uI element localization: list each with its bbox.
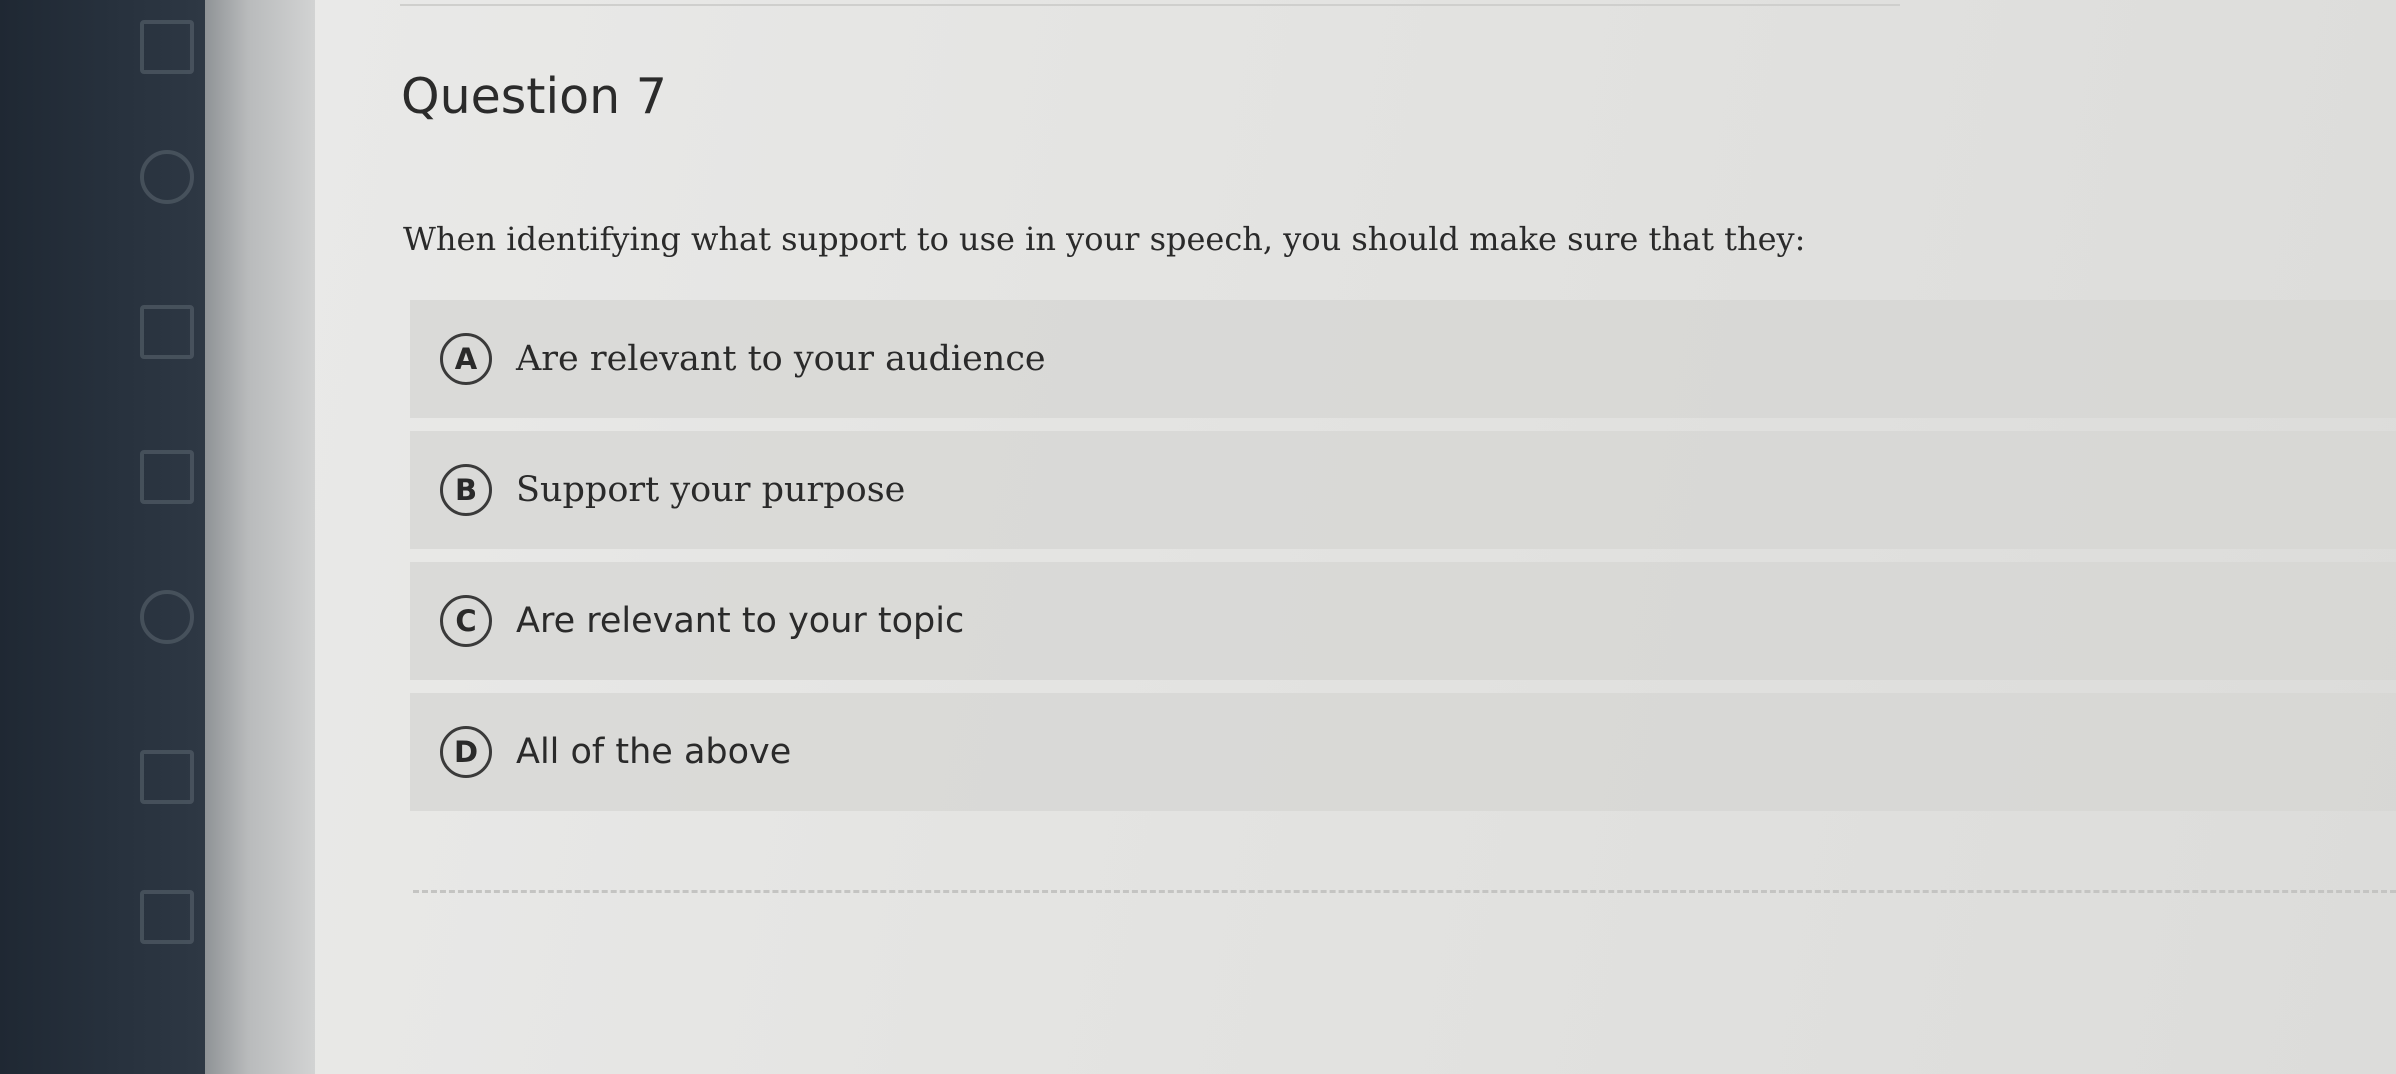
choice-label: Are relevant to your audience xyxy=(516,339,1046,379)
choice-label: All of the above xyxy=(516,732,792,772)
question-prompt: When identifying what support to use in … xyxy=(403,220,1806,258)
divider xyxy=(413,890,2396,893)
choice-letter-badge: D xyxy=(440,726,492,778)
nav-item-icon[interactable] xyxy=(140,890,194,944)
nav-item-icon[interactable] xyxy=(140,20,194,74)
choice-letter-badge: B xyxy=(440,464,492,516)
choice-letter-badge: A xyxy=(440,333,492,385)
nav-item-icon[interactable] xyxy=(140,305,194,359)
nav-item-icon[interactable] xyxy=(140,590,194,644)
choice-d[interactable]: D All of the above xyxy=(410,693,2396,811)
question-panel: Question 7 When identifying what support… xyxy=(315,0,2396,1074)
choice-a[interactable]: A Are relevant to your audience xyxy=(410,300,2396,418)
choice-label: Are relevant to your topic xyxy=(516,601,965,641)
choice-b[interactable]: B Support your purpose xyxy=(410,431,2396,549)
question-title: Question 7 xyxy=(401,68,667,125)
quiz-screen: Question 7 When identifying what support… xyxy=(0,0,2396,1074)
choice-letter-badge: C xyxy=(440,595,492,647)
nav-item-icon[interactable] xyxy=(140,450,194,504)
divider xyxy=(400,4,1900,6)
choice-c[interactable]: C Are relevant to your topic xyxy=(410,562,2396,680)
nav-rail-shadow xyxy=(205,0,315,1074)
choice-label: Support your purpose xyxy=(516,470,906,510)
course-nav-rail xyxy=(0,0,205,1074)
nav-item-icon[interactable] xyxy=(140,750,194,804)
nav-item-icon[interactable] xyxy=(140,150,194,204)
